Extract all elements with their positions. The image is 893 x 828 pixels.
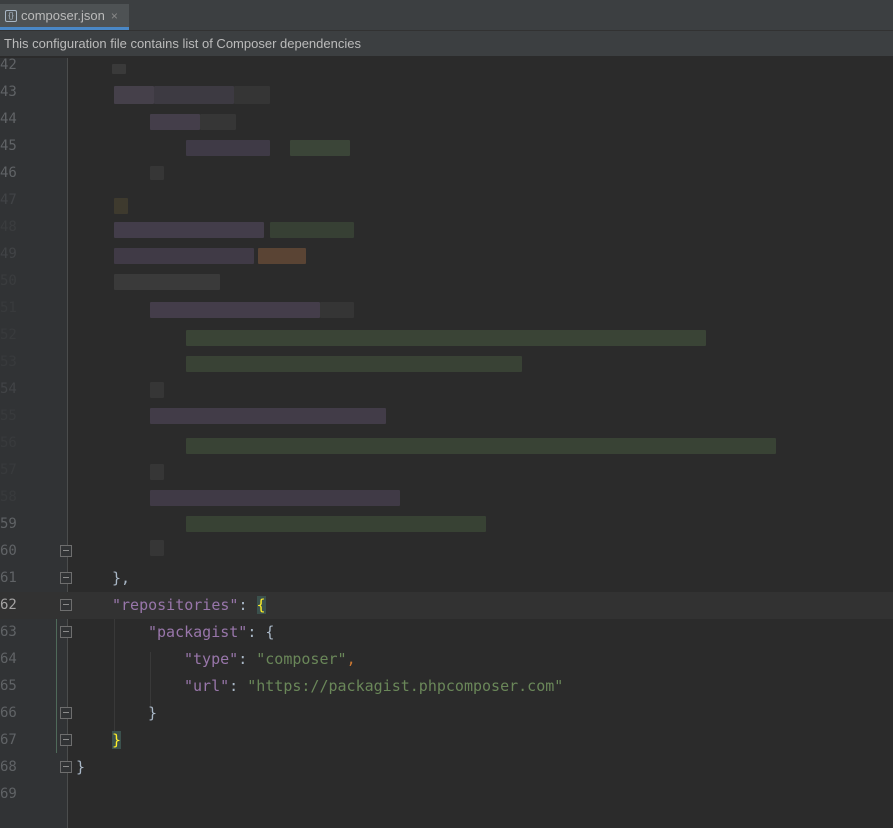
code-line[interactable]: 59	[0, 511, 893, 538]
matched-brace: {	[256, 596, 266, 614]
code-line[interactable]: 67 }	[0, 727, 893, 754]
fold-marker-icon[interactable]	[60, 761, 72, 773]
code-line[interactable]: 42	[0, 58, 893, 79]
code-line[interactable]: 64 "type": "composer",	[0, 646, 893, 673]
code-line[interactable]: 61 },	[0, 565, 893, 592]
json-file-icon: {}	[5, 9, 17, 22]
fold-marker-icon[interactable]	[60, 545, 72, 557]
fold-marker-icon[interactable]	[60, 626, 72, 638]
json-key: "type"	[184, 650, 239, 668]
code-line[interactable]: 44	[0, 106, 893, 133]
code-line-current[interactable]: 62 "repositories": {	[0, 592, 893, 619]
code-line[interactable]: 63 "packagist": {	[0, 619, 893, 646]
json-key: "packagist"	[148, 623, 248, 641]
code-line[interactable]: 46	[0, 160, 893, 187]
code-line[interactable]: 50	[0, 268, 893, 295]
json-string-value: "https://packagist.phpcomposer.com"	[247, 677, 564, 695]
code-line[interactable]: 48	[0, 214, 893, 241]
code-line[interactable]: 52	[0, 322, 893, 349]
code-line[interactable]: 49	[0, 241, 893, 268]
code-line[interactable]: 54	[0, 376, 893, 403]
info-banner: This configuration file contains list of…	[0, 31, 893, 57]
json-key: "url"	[184, 677, 230, 695]
code-line[interactable]: 66 }	[0, 700, 893, 727]
code-line[interactable]: 47	[0, 187, 893, 214]
code-line[interactable]: 56	[0, 430, 893, 457]
editor-tab-bar: {} composer.json ×	[0, 0, 893, 31]
json-key: "repositories"	[112, 596, 239, 614]
code-line[interactable]: 55	[0, 403, 893, 430]
code-line[interactable]: 57	[0, 457, 893, 484]
fold-marker-icon[interactable]	[60, 707, 72, 719]
code-line[interactable]: 58	[0, 484, 893, 511]
code-line[interactable]: 43	[0, 79, 893, 106]
json-string-value: "composer"	[256, 650, 347, 668]
code-line[interactable]: 51	[0, 295, 893, 322]
code-line[interactable]: 53	[0, 349, 893, 376]
code-line[interactable]: 68 }	[0, 754, 893, 781]
fold-marker-icon[interactable]	[60, 734, 72, 746]
code-line[interactable]: 60	[0, 538, 893, 565]
code-line[interactable]: 45	[0, 133, 893, 160]
close-icon[interactable]: ×	[111, 9, 118, 23]
fold-marker-icon[interactable]	[60, 572, 72, 584]
banner-text: This configuration file contains list of…	[4, 36, 361, 51]
fold-marker-icon[interactable]	[60, 599, 72, 611]
tab-composer-json[interactable]: {} composer.json ×	[0, 4, 129, 30]
matched-brace: }	[112, 731, 122, 749]
code-editor[interactable]: 42 43 44 45 46 47 48 49 50 51 52 53 54 5…	[0, 58, 893, 828]
code-line[interactable]: 65 "url": "https://packagist.phpcomposer…	[0, 673, 893, 700]
tab-label: composer.json	[21, 8, 105, 23]
code-line[interactable]: 69	[0, 781, 893, 808]
